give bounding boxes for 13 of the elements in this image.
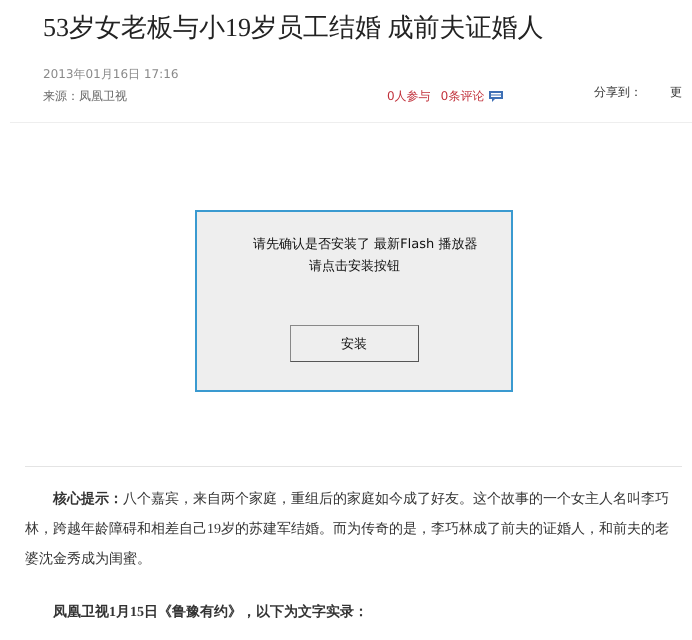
prompt-text: 请点击安装按钮 bbox=[308, 258, 401, 276]
install-button[interactable]: 安装 bbox=[290, 325, 418, 362]
section-heading: 凤凰卫视1月15日《鲁豫有约》，以下为文字实录： bbox=[52, 602, 369, 622]
publish-date: 2013年01月16日 17:16 bbox=[43, 66, 180, 82]
source-label: 来源：凤凰卫视 bbox=[43, 88, 128, 104]
prompt-text: 请先确认是否安装了 最新Flash 播放器 bbox=[252, 236, 478, 254]
more-link[interactable]: 更 bbox=[670, 84, 682, 100]
share-label: 分享到： bbox=[594, 84, 643, 100]
summary-paragraph: 核心提示：八个嘉宾，来自两个家庭，重组后的家庭如今成了好友。这个故事的一个女主人名叫李巧林，跨越年龄障碍和相差自己19岁的苏建军结婚。而为传奇的是，李巧林成了前夫的证婚人，和前夫的老婆沈金秀成为闺蜜。 bbox=[25, 490, 670, 569]
article-title: 53岁女老板与小19岁员工结婚 成前夫证婚人 bbox=[43, 12, 544, 44]
comment-icon[interactable] bbox=[488, 90, 504, 102]
comments-link[interactable]: 0条评论 bbox=[440, 88, 484, 104]
participants-link[interactable]: 0人参与 bbox=[387, 88, 431, 104]
